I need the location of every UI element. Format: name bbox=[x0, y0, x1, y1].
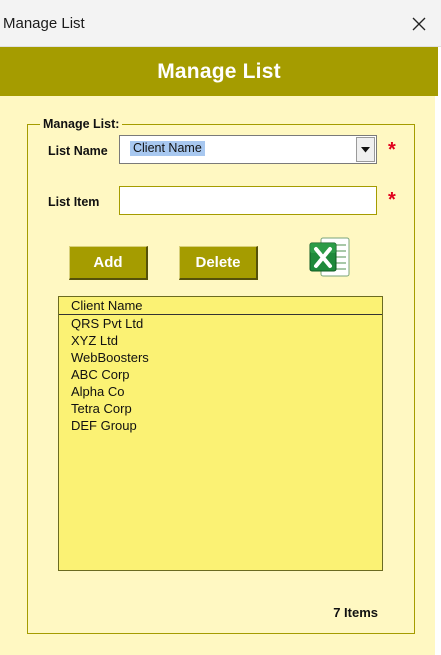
window-titlebar: Manage List bbox=[0, 0, 441, 47]
item-count: 7 Items bbox=[333, 605, 378, 620]
form-body: Manage List Manage List: List Name Clien… bbox=[0, 47, 438, 655]
list-name-selected-value: Client Name bbox=[130, 141, 205, 156]
list-item[interactable]: Tetra Corp bbox=[59, 400, 382, 417]
excel-icon bbox=[309, 237, 350, 277]
list-name-required-mark: * bbox=[388, 139, 396, 161]
list-name-label: List Name bbox=[48, 144, 108, 158]
banner-title: Manage List bbox=[157, 59, 281, 83]
list-item[interactable]: ABC Corp bbox=[59, 366, 382, 383]
group-legend: Manage List: bbox=[40, 117, 123, 131]
list-header: Client Name bbox=[59, 297, 382, 315]
close-icon bbox=[412, 17, 426, 30]
list-item-input[interactable] bbox=[119, 186, 377, 215]
list-item[interactable]: QRS Pvt Ltd bbox=[59, 315, 382, 332]
add-button[interactable]: Add bbox=[69, 246, 148, 280]
list-item-label: List Item bbox=[48, 195, 100, 209]
dropdown-button[interactable] bbox=[356, 137, 375, 162]
manage-list-group: Manage List: List Name Client Name * Lis… bbox=[27, 117, 415, 634]
header-banner: Manage List bbox=[0, 47, 438, 96]
list-item-required-mark: * bbox=[388, 189, 396, 211]
delete-button[interactable]: Delete bbox=[179, 246, 258, 280]
excel-export-button[interactable] bbox=[307, 235, 353, 281]
list-item[interactable]: XYZ Ltd bbox=[59, 332, 382, 349]
list-item[interactable]: DEF Group bbox=[59, 417, 382, 434]
window-title: Manage List bbox=[3, 15, 85, 32]
list-name-combobox[interactable]: Client Name bbox=[119, 135, 377, 164]
list-item[interactable]: WebBoosters bbox=[59, 349, 382, 366]
client-listbox[interactable]: Client Name QRS Pvt Ltd XYZ Ltd WebBoost… bbox=[58, 296, 383, 571]
list-item[interactable]: Alpha Co bbox=[59, 383, 382, 400]
close-button[interactable] bbox=[397, 0, 441, 47]
chevron-down-icon bbox=[361, 146, 370, 152]
